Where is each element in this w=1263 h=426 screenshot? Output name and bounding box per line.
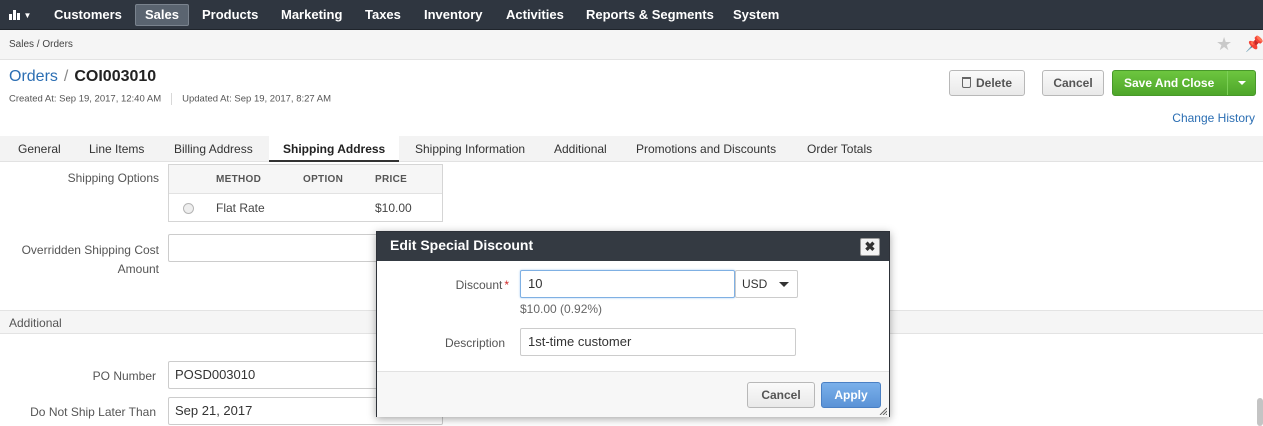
tab-billing-address[interactable]: Billing Address	[160, 136, 267, 162]
nav-customers[interactable]: Customers	[45, 4, 131, 26]
nav-reports-segments[interactable]: Reports & Segments	[577, 4, 723, 26]
do-not-ship-later-label: Do Not Ship Later Than	[30, 405, 156, 419]
dialog-title: Edit Special Discount	[390, 237, 534, 253]
po-number-label: PO Number	[92, 369, 156, 383]
breadcrumb: Sales / Orders	[9, 39, 73, 50]
overridden-label-line2: Amount	[117, 262, 159, 276]
pin-icon[interactable]: 📌	[1245, 36, 1263, 54]
title-separator: /	[63, 68, 69, 85]
trash-icon	[961, 77, 971, 88]
currency-value: USD	[742, 277, 768, 291]
overridden-shipping-label: Overridden Shipping Cost Amount	[10, 243, 159, 276]
tab-additional[interactable]: Additional	[540, 136, 621, 162]
flat-rate-radio[interactable]	[183, 203, 194, 214]
overridden-label-line1: Overridden Shipping Cost	[21, 243, 159, 257]
nav-system[interactable]: System	[724, 4, 788, 26]
currency-select[interactable]: USD	[735, 270, 798, 298]
tab-order-totals[interactable]: Order Totals	[793, 136, 886, 162]
tab-promotions-discounts[interactable]: Promotions and Discounts	[622, 136, 790, 162]
dialog-cancel-button[interactable]: Cancel	[747, 382, 815, 408]
nav-inventory[interactable]: Inventory	[415, 4, 492, 26]
description-label: Description	[444, 336, 505, 350]
column-price: PRICE	[375, 174, 408, 185]
chevron-down-icon: ▼	[23, 10, 32, 20]
section-tabs: General Line Items Billing Address Shipp…	[0, 136, 1263, 162]
dialog-header: Edit Special Discount ✖	[377, 232, 889, 261]
edit-special-discount-dialog: Edit Special Discount ✖ Discount * 10 USD…	[376, 231, 890, 417]
dashboard-menu-button[interactable]: ▼	[4, 5, 36, 25]
created-at: Created At: Sep 19, 2017, 12:40 AM	[9, 93, 162, 105]
column-option: OPTION	[303, 174, 344, 185]
column-method: METHOD	[216, 174, 262, 185]
required-mark: *	[504, 278, 509, 292]
nav-activities[interactable]: Activities	[497, 4, 573, 26]
record-meta: Created At: Sep 19, 2017, 12:40 AM Update…	[9, 93, 331, 105]
description-input[interactable]: 1st-time customer	[520, 328, 796, 356]
nav-sales[interactable]: Sales	[135, 4, 189, 26]
save-options-dropdown[interactable]	[1227, 71, 1255, 95]
table-header: METHOD OPTION PRICE	[169, 165, 442, 194]
tab-general[interactable]: General	[4, 136, 75, 162]
top-navigation: ▼ Customers Sales Products Marketing Tax…	[0, 0, 1263, 30]
delete-label: Delete	[975, 76, 1013, 90]
updated-at: Updated At: Sep 19, 2017, 8:27 AM	[182, 93, 332, 105]
page-scrollbar[interactable]	[1257, 398, 1263, 426]
order-code: COI003010	[74, 68, 157, 85]
apply-button[interactable]: Apply	[821, 382, 881, 408]
page-title: Orders / COI003010	[9, 68, 156, 86]
star-icon[interactable]: ★	[1216, 35, 1234, 53]
price-cell: $10.00	[375, 201, 412, 215]
discount-label: Discount *	[397, 278, 509, 292]
shipping-options-label: Shipping Options	[67, 171, 159, 185]
nav-marketing[interactable]: Marketing	[272, 4, 351, 26]
method-cell: Flat Rate	[216, 201, 265, 215]
resize-grip-icon[interactable]	[879, 407, 887, 415]
shipping-options-table: METHOD OPTION PRICE Flat Rate $10.00	[168, 164, 443, 222]
dialog-footer: Cancel Apply	[377, 371, 889, 417]
chevron-down-icon	[779, 282, 789, 287]
delete-button[interactable]: Delete	[949, 70, 1025, 96]
nav-products[interactable]: Products	[193, 4, 267, 26]
orders-link[interactable]: Orders	[9, 68, 58, 85]
bar-chart-icon	[8, 10, 21, 20]
discount-label-text: Discount	[455, 278, 503, 292]
tab-shipping-address[interactable]: Shipping Address	[269, 136, 400, 162]
cancel-button[interactable]: Cancel	[1042, 70, 1104, 96]
save-and-close-label: Save And Close	[1124, 76, 1215, 90]
discount-input[interactable]: 10	[520, 270, 735, 298]
additional-section-title: Additional	[9, 316, 62, 330]
save-and-close-button[interactable]: Save And Close	[1112, 70, 1256, 96]
tab-shipping-information[interactable]: Shipping Information	[401, 136, 539, 162]
breadcrumb-bar: Sales / Orders ★ 📌	[0, 30, 1263, 60]
close-icon[interactable]: ✖	[860, 238, 880, 256]
change-history-link[interactable]: Change History	[1172, 111, 1255, 125]
discount-hint: $10.00 (0.92%)	[520, 302, 603, 316]
nav-taxes[interactable]: Taxes	[356, 4, 410, 26]
tab-line-items[interactable]: Line Items	[75, 136, 158, 162]
